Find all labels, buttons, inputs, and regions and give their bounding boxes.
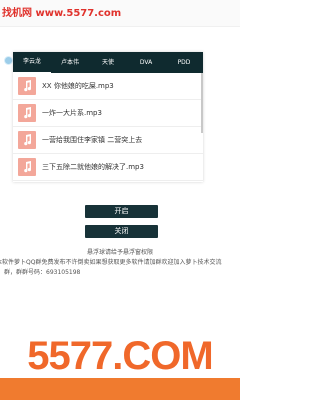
music-note-icon (18, 104, 36, 122)
sound-list: XX 你他娘的吃屎.mp3 一炸一大片系.mp3 一营给我围住李家镇 二营突上去… (13, 73, 203, 182)
list-item[interactable] (13, 181, 203, 182)
tab-dva[interactable]: DVA (127, 52, 165, 73)
list-item-title: 三下五除二就他娘的解决了.mp3 (42, 163, 144, 171)
list-item[interactable]: 一炸一大片系.mp3 (13, 100, 203, 127)
tab-liyunlong[interactable]: 李云龙 (13, 52, 51, 74)
list-item[interactable]: XX 你他娘的吃屎.mp3 (13, 73, 203, 100)
floating-ball-icon[interactable] (4, 56, 13, 65)
tab-lubenwei[interactable]: 卢本伟 (51, 52, 89, 73)
list-item-title: 一炸一大片系.mp3 (42, 109, 102, 117)
qq-group-text: 群，群群号码：693105198 (4, 269, 81, 276)
list-item-title: 一营给我围住李家镇 二营突上去 (42, 136, 143, 144)
start-button[interactable]: 开启 (85, 205, 158, 218)
music-note-icon (18, 158, 36, 176)
overlay-permission-hint: 悬浮球请给予悬浮窗权限 (86, 249, 153, 256)
sound-list-card: 李云龙 卢本伟 天使 DVA PDD XX 你他娘的吃屎.mp3 一炸一大片系.… (13, 52, 203, 182)
top-bar: 找机网 www.5577.com (0, 0, 240, 27)
list-item[interactable]: 一营给我围住李家镇 二营突上去 (13, 127, 203, 154)
close-button[interactable]: 关闭 (85, 225, 158, 238)
list-scrollbar[interactable] (201, 73, 203, 133)
site-watermark-top: 找机网 www.5577.com (2, 8, 122, 19)
tab-tianshi[interactable]: 天使 (89, 52, 127, 73)
tab-bar: 李云龙 卢本伟 天使 DVA PDD (13, 52, 203, 74)
music-note-icon (18, 77, 36, 95)
tab-pdd[interactable]: PDD (165, 52, 203, 73)
site-watermark: 5577.COM (27, 334, 213, 378)
watermark-bar (0, 378, 240, 400)
list-item-title: XX 你他娘的吃屎.mp3 (42, 82, 114, 90)
list-item[interactable]: 三下五除二就他娘的解决了.mp3 (13, 154, 203, 181)
music-note-icon (18, 131, 36, 149)
disclaimer-text: 本软件萝卜QQ群免费发布不许倒卖如果想获取更多软件请加群欢迎加入萝卜技术交流 (0, 259, 222, 266)
